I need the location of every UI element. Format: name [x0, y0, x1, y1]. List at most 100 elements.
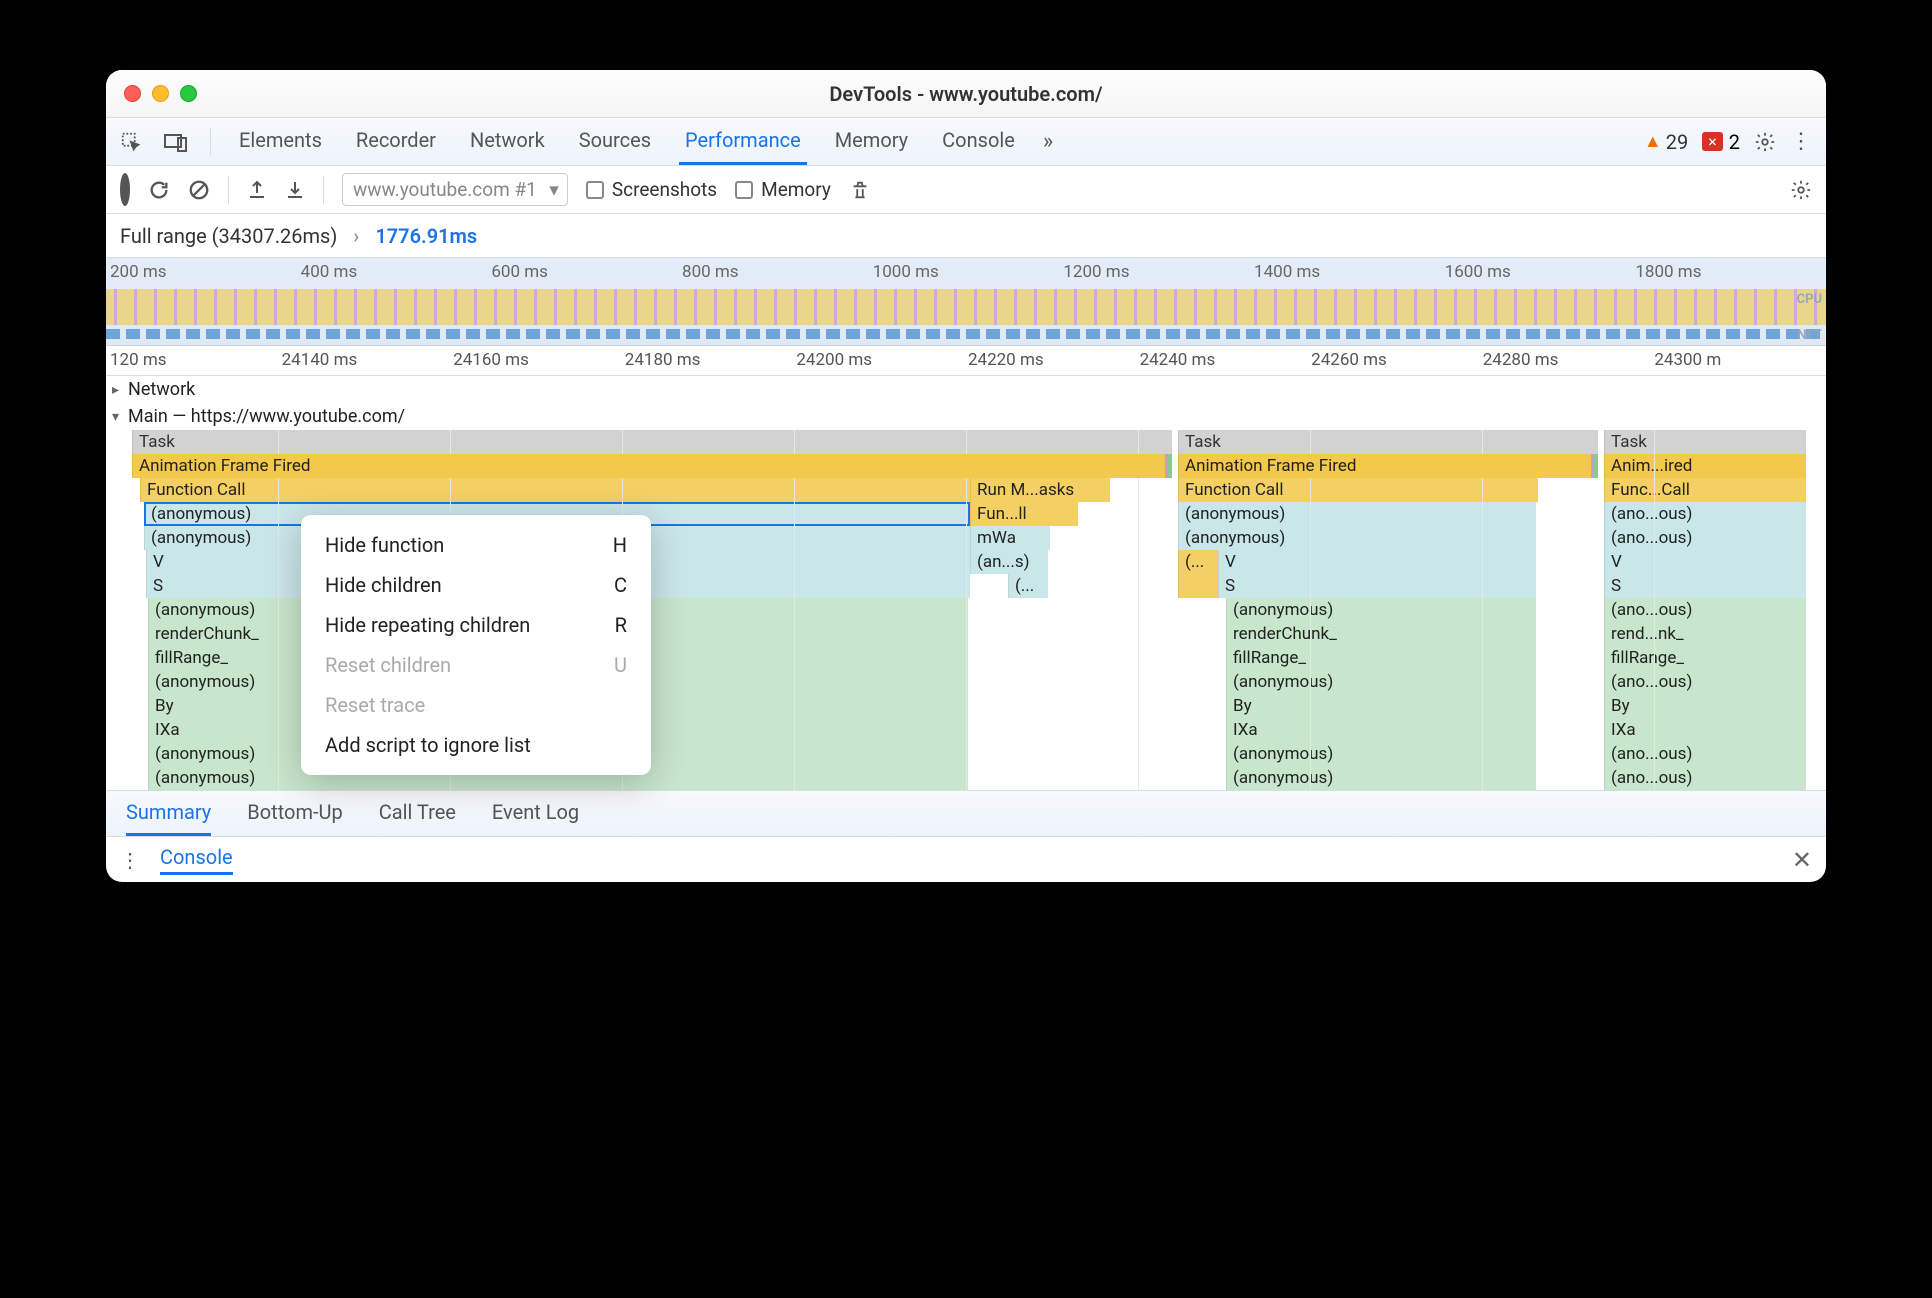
- tab-summary[interactable]: Summary: [126, 791, 211, 836]
- flame-dotdot[interactable]: (...: [1178, 550, 1218, 574]
- warning-icon: ▲: [1644, 131, 1662, 152]
- flame-anonymous[interactable]: (anonymous): [1226, 742, 1536, 766]
- window-title: DevTools - www.youtube.com/: [829, 82, 1102, 106]
- tab-sources[interactable]: Sources: [573, 118, 657, 165]
- net-label: NET: [1797, 328, 1822, 343]
- flame-funll[interactable]: Fun...ll: [970, 502, 1078, 526]
- flame-ixa[interactable]: IXa: [1226, 718, 1536, 742]
- timeline-overview[interactable]: 200 ms400 ms600 ms800 ms1000 ms1200 ms14…: [106, 258, 1826, 346]
- flame-anonymous[interactable]: (ano...ous): [1604, 598, 1806, 622]
- inspect-icon[interactable]: [120, 131, 142, 153]
- ctx-hide-children[interactable]: Hide childrenC: [301, 565, 651, 605]
- tab-call-tree[interactable]: Call Tree: [379, 791, 456, 836]
- capture-settings-icon[interactable]: [1790, 179, 1812, 201]
- flame-anonymous[interactable]: (anonymous): [1226, 766, 1536, 790]
- ctx-hide-function[interactable]: Hide functionH: [301, 525, 651, 565]
- flame-anonymous[interactable]: (anonymous): [1178, 526, 1536, 550]
- issues-warnings[interactable]: ▲29: [1644, 130, 1688, 154]
- window-controls: [124, 85, 197, 102]
- tab-bottom-up[interactable]: Bottom-Up: [247, 791, 342, 836]
- flame-by[interactable]: By: [1604, 694, 1806, 718]
- ctx-hide-repeating[interactable]: Hide repeating childrenR: [301, 605, 651, 645]
- reload-button[interactable]: [148, 179, 170, 201]
- flame-animation-frame[interactable]: Animation Frame Fired: [132, 454, 1172, 478]
- gc-icon[interactable]: [849, 179, 871, 201]
- flame-animation-frame[interactable]: Anim...ired: [1604, 454, 1806, 478]
- memory-checkbox[interactable]: Memory: [735, 178, 831, 201]
- drawer-tab-console[interactable]: Console: [160, 845, 233, 875]
- upload-icon[interactable]: [247, 179, 267, 201]
- flame-anonymous[interactable]: (ano...ous): [1604, 502, 1806, 526]
- flame-s[interactable]: S: [1604, 574, 1806, 598]
- flame-anonymous[interactable]: (anonymous): [1226, 598, 1536, 622]
- close-window-button[interactable]: [124, 85, 141, 102]
- flame-anonymous[interactable]: (ano...ous): [1604, 670, 1806, 694]
- main-tabs: Elements Recorder Network Sources Perfor…: [106, 118, 1826, 166]
- flame-function-call[interactable]: Func...Call: [1604, 478, 1806, 502]
- context-menu: Hide functionH Hide childrenC Hide repea…: [301, 515, 651, 775]
- breadcrumb-current[interactable]: 1776.91ms: [375, 224, 477, 248]
- flame-task[interactable]: Task: [132, 430, 1172, 454]
- separator: [323, 176, 324, 204]
- device-toolbar-icon[interactable]: [164, 132, 188, 152]
- tab-performance[interactable]: Performance: [679, 118, 807, 165]
- flame-anonymous[interactable]: (anonymous): [1178, 502, 1536, 526]
- flame-animation-frame[interactable]: Animation Frame Fired: [1178, 454, 1598, 478]
- flame-ans[interactable]: (an...s): [970, 550, 1048, 574]
- flame-v[interactable]: V: [1218, 550, 1536, 574]
- zoom-window-button[interactable]: [180, 85, 197, 102]
- recording-select[interactable]: www.youtube.com #1: [342, 173, 568, 206]
- issues-errors[interactable]: ×2: [1702, 130, 1740, 154]
- tab-console[interactable]: Console: [936, 118, 1021, 165]
- flame-v[interactable]: V: [1604, 550, 1806, 574]
- kebab-menu-icon[interactable]: ⋮: [1790, 129, 1812, 154]
- devtools-window: DevTools - www.youtube.com/ Elements Rec…: [106, 70, 1826, 882]
- separator: [228, 176, 229, 204]
- ctx-reset-trace: Reset trace: [301, 685, 651, 725]
- breadcrumb: Full range (34307.26ms) › 1776.91ms: [106, 214, 1826, 258]
- minimize-window-button[interactable]: [152, 85, 169, 102]
- flame-ellipsis[interactable]: (...: [1008, 574, 1048, 598]
- tab-event-log[interactable]: Event Log: [492, 791, 579, 836]
- screenshots-checkbox[interactable]: Screenshots: [586, 178, 717, 201]
- flame-col-3: Task Anim...ired Func...Call (ano...ous)…: [1604, 430, 1806, 790]
- settings-gear-icon[interactable]: [1754, 131, 1776, 153]
- flame-spacer[interactable]: [1178, 574, 1218, 598]
- breadcrumb-full[interactable]: Full range (34307.26ms): [120, 224, 337, 248]
- flame-fillrange[interactable]: fillRange_: [1604, 646, 1806, 670]
- tab-recorder[interactable]: Recorder: [350, 118, 442, 165]
- flame-task[interactable]: Task: [1604, 430, 1806, 454]
- clear-button[interactable]: [188, 179, 210, 201]
- ctx-add-ignore[interactable]: Add script to ignore list: [301, 725, 651, 765]
- record-button[interactable]: [120, 178, 130, 201]
- tab-network[interactable]: Network: [464, 118, 551, 165]
- detail-ruler[interactable]: 120 ms24140 ms24160 ms24180 ms24200 ms24…: [106, 346, 1826, 376]
- flame-anonymous[interactable]: (ano...ous): [1604, 526, 1806, 550]
- flame-task[interactable]: Task: [1178, 430, 1598, 454]
- flame-function-call[interactable]: Function Call: [140, 478, 970, 502]
- flame-by[interactable]: By: [1226, 694, 1536, 718]
- tab-elements[interactable]: Elements: [233, 118, 328, 165]
- flamechart[interactable]: Network Main — https://www.youtube.com/ …: [106, 376, 1826, 790]
- more-tabs-icon[interactable]: »: [1043, 129, 1053, 154]
- flame-renderchunk[interactable]: renderChunk_: [1226, 622, 1536, 646]
- flame-renderchunk[interactable]: rend...nk_: [1604, 622, 1806, 646]
- bottom-tabs: Summary Bottom-Up Call Tree Event Log: [106, 790, 1826, 836]
- main-track-header[interactable]: Main — https://www.youtube.com/: [106, 403, 1826, 430]
- chevron-right-icon: ›: [353, 224, 359, 248]
- flame-anonymous[interactable]: (anonymous): [1226, 670, 1536, 694]
- error-icon: ×: [1702, 132, 1723, 151]
- flame-anonymous[interactable]: (ano...ous): [1604, 766, 1806, 790]
- flame-fillrange[interactable]: fillRange_: [1226, 646, 1536, 670]
- flame-mwa[interactable]: mWa: [970, 526, 1050, 550]
- download-icon[interactable]: [285, 179, 305, 201]
- flame-s[interactable]: S: [1218, 574, 1536, 598]
- network-track-header[interactable]: Network: [106, 376, 1826, 403]
- drawer-kebab-icon[interactable]: ⋮: [120, 848, 140, 872]
- close-drawer-icon[interactable]: ✕: [1792, 846, 1812, 874]
- flame-anonymous[interactable]: (ano...ous): [1604, 742, 1806, 766]
- flame-run-microtasks[interactable]: Run M...asks: [970, 478, 1110, 502]
- flame-ixa[interactable]: IXa: [1604, 718, 1806, 742]
- flame-function-call[interactable]: Function Call: [1178, 478, 1538, 502]
- tab-memory[interactable]: Memory: [829, 118, 914, 165]
